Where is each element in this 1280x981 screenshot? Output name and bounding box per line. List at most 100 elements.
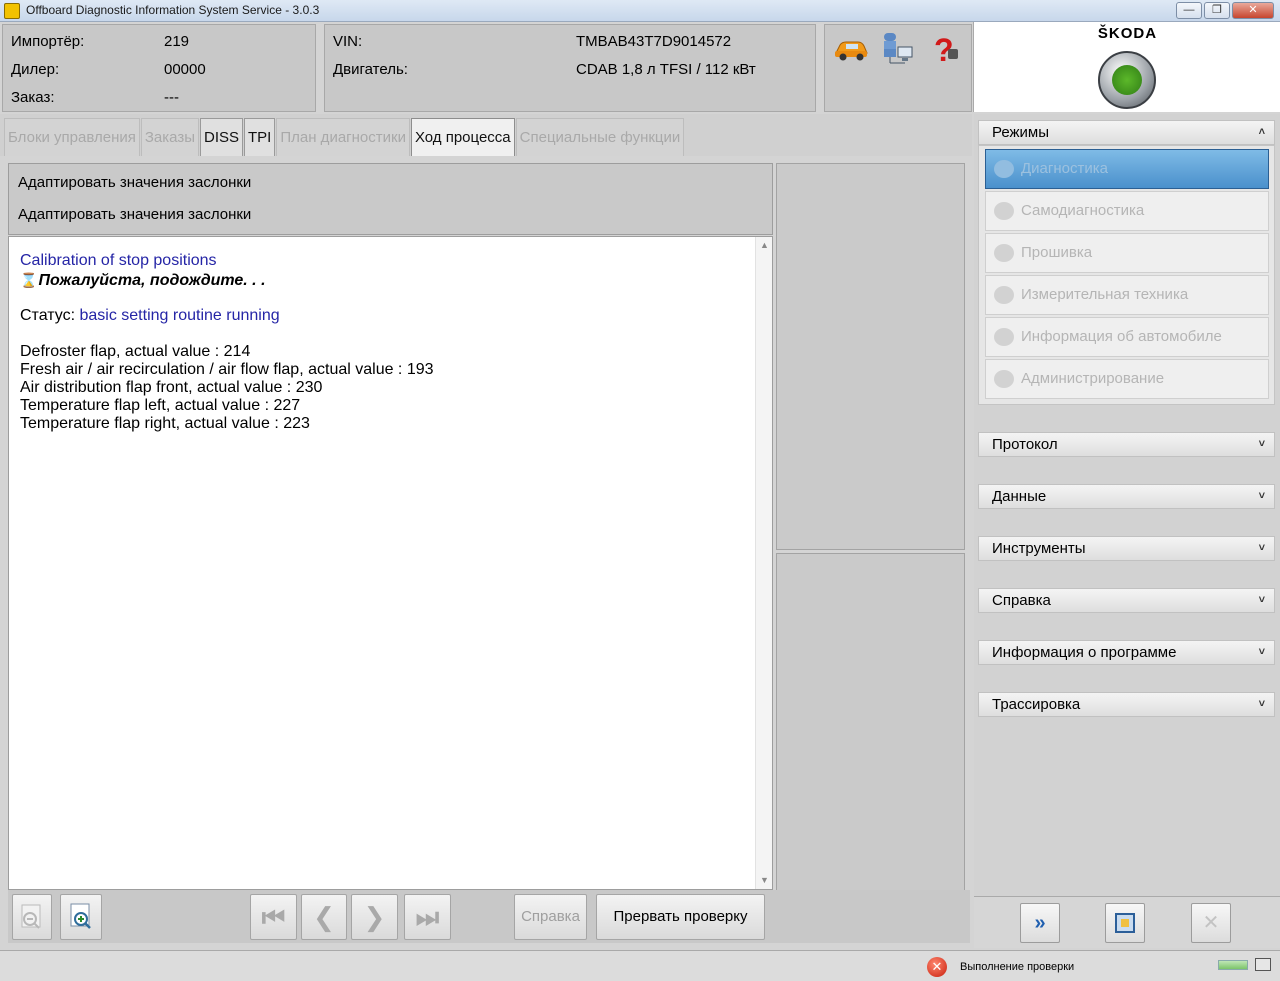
chip-icon (994, 244, 1014, 262)
content-scrollbar[interactable]: ▲ ▼ (755, 237, 772, 889)
double-chevron-right-icon: » (1034, 912, 1046, 934)
tab-special-functions[interactable]: Специальные функции (515, 118, 685, 156)
side-panel-top (776, 163, 965, 550)
dealer-value: 00000 (164, 61, 206, 78)
skoda-emblem-icon (1098, 51, 1156, 109)
wait-message: ⌛ Пожалуйста, подождите. . . (20, 271, 266, 290)
procedure-toolbar: ⏮ ❮ ❯ ⏭ Справка Прервать проверку (8, 890, 970, 943)
section-about[interactable]: Информация о программе ˅ (978, 640, 1275, 665)
mode-self-diagnostics[interactable]: Самодиагностика (985, 191, 1269, 231)
importer-label: Импортёр: (11, 33, 85, 50)
section-modes-label: Режимы (992, 124, 1050, 141)
scroll-up-arrow-icon[interactable]: ▲ (760, 240, 769, 250)
section-label: Информация о программе (992, 644, 1177, 661)
section-data[interactable]: Данные ˅ (978, 484, 1275, 509)
mode-vehicle-info[interactable]: Информация об автомобиле (985, 317, 1269, 357)
first-page-icon: ⏮ (261, 902, 286, 932)
status-line: Статус: basic setting routine running (20, 307, 280, 325)
side-panel-bottom (776, 553, 965, 941)
zoom-out-icon (13, 904, 51, 943)
chevron-down-icon: ˅ (1258, 490, 1265, 502)
previous-page-button[interactable]: ❮ (301, 894, 347, 940)
order-value: --- (164, 89, 179, 106)
connection-indicator (1218, 960, 1248, 970)
network-icon[interactable] (878, 31, 916, 67)
status-value: basic setting routine running (79, 307, 280, 324)
tab-orders[interactable]: Заказы (140, 118, 199, 156)
mode-measurement[interactable]: Измерительная техника (985, 275, 1269, 315)
chevron-down-icon: ˅ (1258, 594, 1265, 606)
section-label: Инструменты (992, 540, 1086, 557)
chevron-down-icon: ˅ (1258, 646, 1265, 658)
first-page-button[interactable]: ⏮ (250, 894, 297, 940)
network-status-icon (1255, 958, 1271, 971)
frame-icon (1111, 913, 1139, 942)
modes-list: Диагностика Самодиагностика Прошивка Изм… (978, 145, 1275, 405)
forward-button[interactable]: » (1020, 903, 1060, 943)
zoom-out-button[interactable] (12, 894, 52, 940)
cancel-button[interactable]: ✕ (1191, 903, 1231, 943)
close-button[interactable]: ✕ (1232, 2, 1274, 19)
section-label: Трассировка (992, 696, 1081, 713)
mode-flashing[interactable]: Прошивка (985, 233, 1269, 273)
section-label: Справка (992, 592, 1051, 609)
section-help[interactable]: Справка ˅ (978, 588, 1275, 613)
error-icon: ✕ (927, 957, 947, 977)
mode-administration[interactable]: Администрирование (985, 359, 1269, 399)
measured-value-row: Air distribution flap front, actual valu… (20, 379, 323, 396)
app-icon (4, 3, 20, 19)
last-page-button[interactable]: ⏭ (404, 894, 451, 940)
status-text: Выполнение проверки (960, 961, 1075, 973)
chevron-down-icon: ˅ (1258, 438, 1265, 450)
dealer-label: Дилер: (11, 61, 60, 78)
measured-value-row: Fresh air / air recirculation / air flow… (20, 361, 434, 378)
dealer-info-panel: Импортёр: 219 Дилер: 00000 Заказ: --- (2, 24, 316, 112)
section-tracing[interactable]: Трассировка ˅ (978, 692, 1275, 717)
brand-name: ŠKODA (1097, 25, 1158, 42)
previous-page-icon: ❮ (313, 902, 335, 932)
vehicle-info-panel: VIN: TMBAB43T7D9014572 Двигатель: CDAB 1… (324, 24, 816, 112)
mode-diagnostics[interactable]: Диагностика (985, 149, 1269, 189)
help-icon[interactable]: ? (926, 31, 964, 68)
help-button[interactable]: Справка (514, 894, 587, 940)
hand-icon (994, 202, 1014, 220)
section-protocol[interactable]: Протокол ˅ (978, 432, 1275, 457)
gauge-icon (994, 286, 1014, 304)
vin-label: VIN: (333, 33, 363, 50)
minimize-button[interactable]: — (1176, 2, 1202, 19)
order-label: Заказ: (11, 89, 55, 106)
right-sidebar: Режимы ˄ Диагностика Самодиагностика Про… (974, 114, 1280, 896)
screenshot-button[interactable] (1105, 903, 1145, 943)
tab-diss[interactable]: DISS (200, 118, 244, 156)
mode-label: Информация об автомобиле (1021, 328, 1222, 345)
stethoscope-icon (994, 160, 1014, 178)
section-modes[interactable]: Режимы ˄ (978, 120, 1275, 145)
procedure-heading: Calibration of stop positions (20, 252, 217, 269)
mode-label: Администрирование (1021, 370, 1165, 387)
importer-value: 219 (164, 33, 190, 50)
procedure-title: Адаптировать значения заслонки (18, 174, 252, 191)
tab-diagnostic-plan[interactable]: План диагностики (276, 118, 410, 156)
chevron-up-icon: ˄ (1258, 126, 1265, 138)
last-page-icon: ⏭ (415, 902, 440, 932)
measured-value-row: Defroster flap, actual value : 214 (20, 343, 251, 360)
mode-label: Диагностика (1021, 160, 1108, 177)
tab-process[interactable]: Ход процесса (410, 118, 515, 156)
zoom-in-button[interactable] (60, 894, 102, 940)
scroll-down-arrow-icon[interactable]: ▼ (760, 875, 769, 885)
next-page-icon: ❯ (363, 902, 386, 932)
mode-label: Прошивка (1021, 244, 1093, 261)
brand-logo-area: ŠKODA (973, 22, 1280, 112)
engine-value: CDAB 1,8 л TFSI / 112 кВт (576, 61, 756, 78)
status-label: Статус: (20, 307, 76, 324)
section-label: Данные (992, 488, 1047, 505)
vin-value: TMBAB43T7D9014572 (576, 33, 732, 50)
next-page-button[interactable]: ❯ (351, 894, 398, 940)
car-icon[interactable] (832, 33, 870, 69)
restore-button[interactable]: ❐ (1204, 2, 1230, 19)
tab-tpi[interactable]: TPI (244, 118, 276, 156)
abort-test-button[interactable]: Прервать проверку (596, 894, 765, 940)
section-tools[interactable]: Инструменты ˅ (978, 536, 1275, 561)
tab-control-units[interactable]: Блоки управления (4, 118, 140, 156)
zoom-in-icon (61, 903, 101, 943)
